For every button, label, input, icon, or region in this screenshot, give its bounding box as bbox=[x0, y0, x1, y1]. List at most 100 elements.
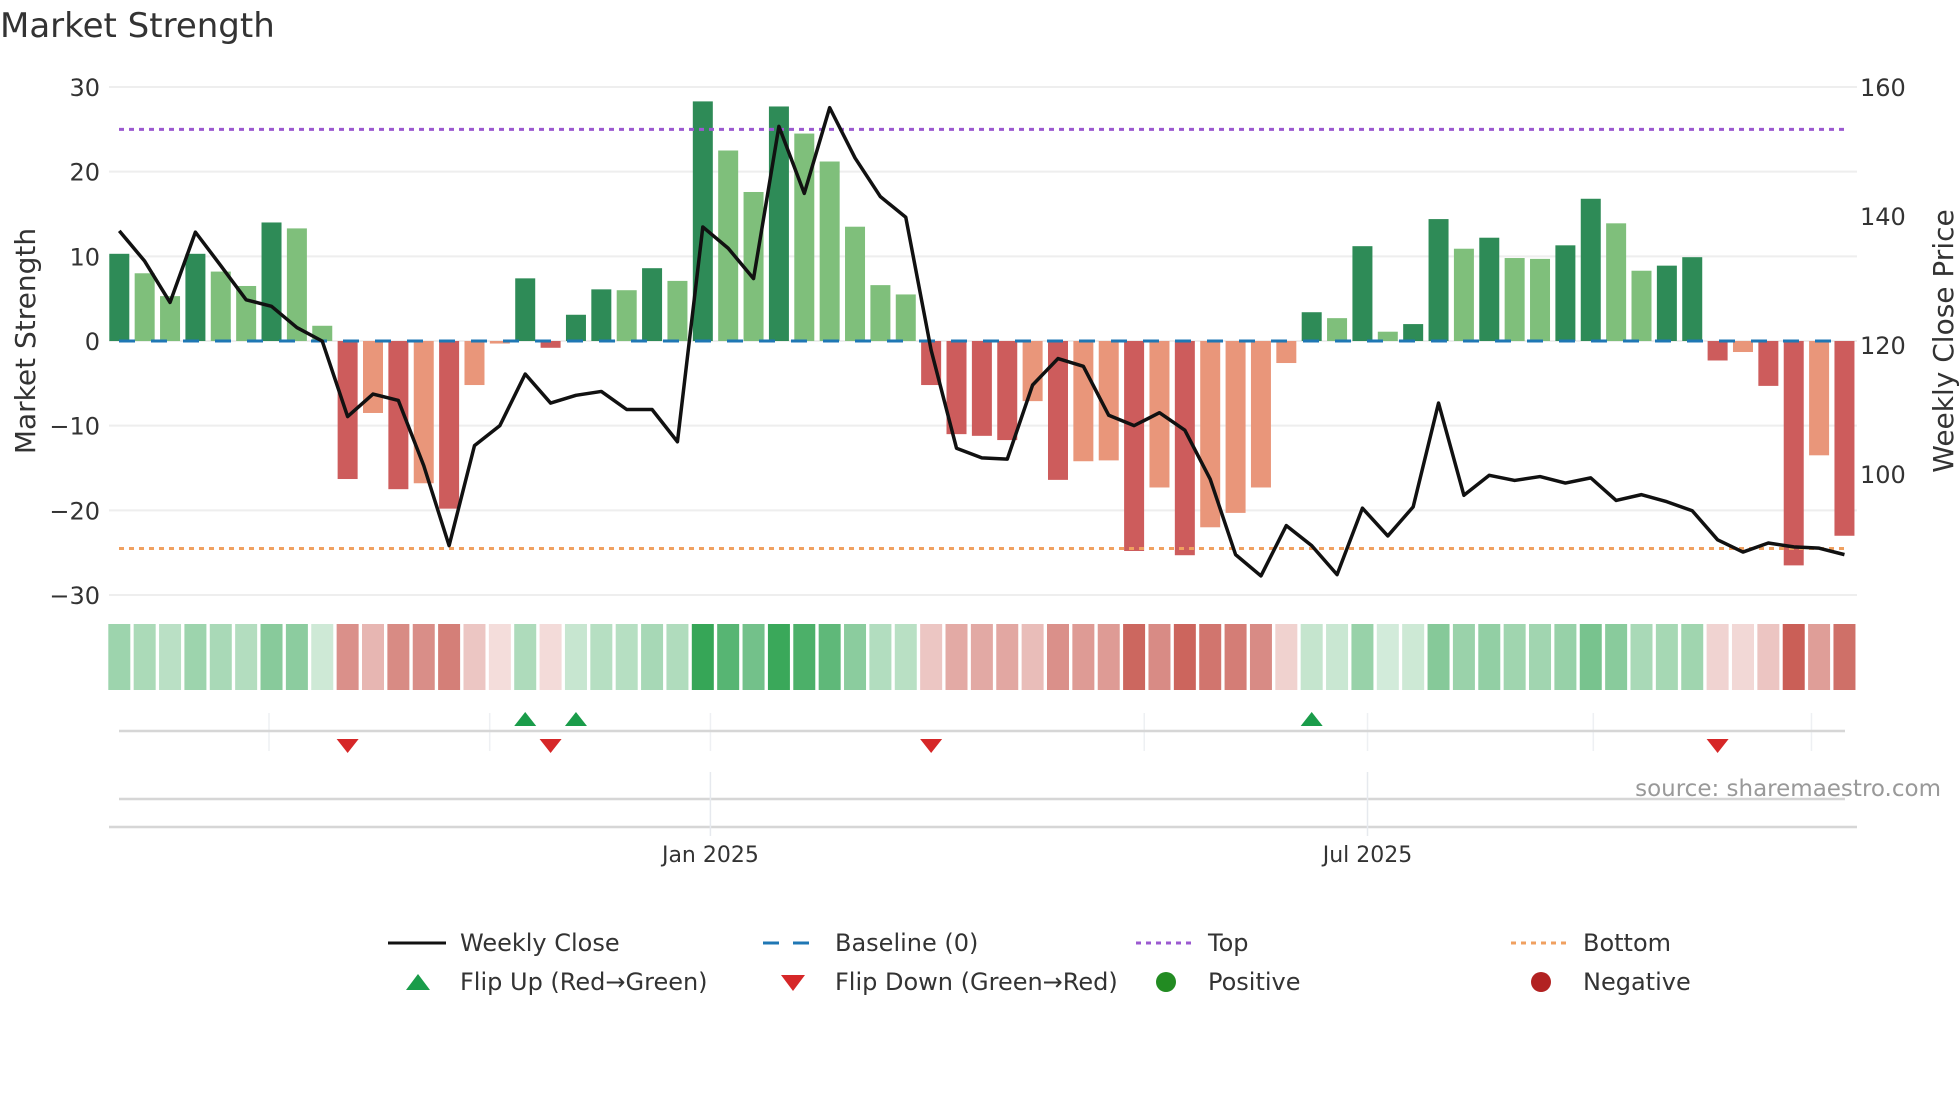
y2-axis-label: Weekly Close Price bbox=[1927, 209, 1960, 472]
strength-bar bbox=[1073, 341, 1094, 462]
strength-bar bbox=[1225, 341, 1246, 513]
strength-bar bbox=[109, 253, 130, 342]
strength-bar bbox=[1732, 341, 1753, 353]
strength-bar bbox=[1428, 219, 1449, 342]
right-tick-label: 120 bbox=[1860, 332, 1906, 360]
strength-bar bbox=[1276, 341, 1297, 364]
strength-heat-cell bbox=[1605, 624, 1628, 690]
strength-heat-cell bbox=[1427, 624, 1450, 690]
strength-heat-cell bbox=[742, 624, 765, 690]
right-tick-label: 100 bbox=[1860, 461, 1906, 489]
strength-bar bbox=[819, 161, 840, 342]
strength-heat-cell bbox=[894, 624, 917, 690]
strength-bar bbox=[692, 101, 713, 342]
strength-heat-cell bbox=[615, 624, 638, 690]
strength-bar bbox=[134, 273, 155, 342]
strength-heat-cell bbox=[920, 624, 943, 690]
strength-bar bbox=[1834, 341, 1855, 536]
dashed-line-icon bbox=[763, 941, 821, 945]
strength-heat-cell bbox=[159, 624, 182, 690]
strength-heat-cell bbox=[488, 624, 511, 690]
flip-down-marker bbox=[336, 739, 359, 753]
legend-weekly-close: Weekly Close bbox=[388, 929, 620, 957]
strength-bar bbox=[642, 268, 663, 342]
flip-up-marker bbox=[1300, 712, 1323, 726]
strength-heat-cell bbox=[311, 624, 334, 690]
strength-heat-cell bbox=[1706, 624, 1729, 690]
left-tick-label: −30 bbox=[49, 582, 100, 610]
strength-heat-cell bbox=[1478, 624, 1501, 690]
legend-bottom: Bottom bbox=[1511, 929, 1671, 957]
strength-bar bbox=[1504, 258, 1525, 342]
legend-flip-up: Flip Up (Red→Green) bbox=[388, 968, 708, 996]
strength-bar bbox=[845, 226, 866, 342]
strength-heat-cell bbox=[666, 624, 689, 690]
strength-heat-cell bbox=[767, 624, 790, 690]
line-icon bbox=[388, 941, 446, 945]
strength-bar bbox=[1631, 270, 1652, 342]
strength-heat-cell bbox=[387, 624, 410, 690]
source-label: source: sharemaestro.com bbox=[1635, 776, 1941, 802]
strength-heat-cell bbox=[1046, 624, 1069, 690]
strength-heat-cell bbox=[1529, 624, 1552, 690]
strength-bar bbox=[1403, 324, 1424, 342]
strength-heat-cell bbox=[1199, 624, 1222, 690]
strength-heat-cell bbox=[1351, 624, 1374, 690]
left-tick-label: −20 bbox=[49, 497, 100, 525]
strength-bar bbox=[1606, 223, 1627, 342]
strength-heat-cell bbox=[1148, 624, 1171, 690]
strength-heat-cell bbox=[1275, 624, 1298, 690]
strength-bar bbox=[1250, 341, 1271, 488]
strength-heat-cell bbox=[1630, 624, 1653, 690]
strength-heat-cell bbox=[1833, 624, 1856, 690]
strength-heat-cell bbox=[717, 624, 740, 690]
strength-heat-cell bbox=[945, 624, 968, 690]
strength-heat-cell bbox=[869, 624, 892, 690]
right-tick-label: 140 bbox=[1860, 203, 1906, 231]
strength-heat-cell bbox=[412, 624, 435, 690]
strength-bar bbox=[1758, 341, 1779, 386]
left-tick-label: 10 bbox=[69, 243, 100, 271]
strength-heat-cell bbox=[1503, 624, 1526, 690]
strength-heat-cell bbox=[1731, 624, 1754, 690]
strength-bar bbox=[515, 278, 536, 342]
strength-heat-cell bbox=[1376, 624, 1399, 690]
strength-heat-cell bbox=[285, 624, 308, 690]
flip-up-marker bbox=[514, 712, 537, 726]
strength-heat-cell bbox=[564, 624, 587, 690]
strength-heat-cell bbox=[1300, 624, 1323, 690]
left-tick-label: 30 bbox=[69, 74, 100, 102]
circle-icon bbox=[1156, 972, 1176, 992]
strength-heat-cell bbox=[463, 624, 486, 690]
strength-bar bbox=[1327, 318, 1348, 342]
strength-heat-cell bbox=[1681, 624, 1704, 690]
strength-heat-cell bbox=[590, 624, 613, 690]
strength-bar bbox=[1479, 237, 1500, 342]
strength-bar bbox=[1453, 248, 1474, 342]
strength-heat-cell bbox=[235, 624, 258, 690]
legend-flip-down: Flip Down (Green→Red) bbox=[763, 968, 1118, 996]
strength-bar bbox=[743, 191, 764, 342]
strength-bar bbox=[1656, 265, 1677, 342]
strength-heat-cell bbox=[1173, 624, 1196, 690]
strength-heat-cell bbox=[108, 624, 131, 690]
strength-bar bbox=[464, 341, 485, 386]
strength-heat-cell bbox=[539, 624, 562, 690]
strength-heat-cell bbox=[1452, 624, 1475, 690]
strength-heat-cell bbox=[133, 624, 156, 690]
strength-heat-cell bbox=[1782, 624, 1805, 690]
flip-down-marker bbox=[920, 739, 943, 753]
x-tick-label: Jan 2025 bbox=[660, 843, 759, 868]
strength-bar bbox=[439, 341, 460, 509]
strength-heat-cell bbox=[1757, 624, 1780, 690]
strength-heat-cell bbox=[996, 624, 1019, 690]
right-tick-label: 160 bbox=[1860, 74, 1906, 102]
flip-up-marker bbox=[564, 712, 587, 726]
strength-heat-cell bbox=[970, 624, 993, 690]
strength-heat-cell bbox=[691, 624, 714, 690]
strength-heat-cell bbox=[1326, 624, 1349, 690]
strength-heat-cell bbox=[1655, 624, 1678, 690]
legend-baseline: Baseline (0) bbox=[763, 929, 978, 957]
strength-heat-cell bbox=[1579, 624, 1602, 690]
strength-bar bbox=[1809, 341, 1830, 456]
